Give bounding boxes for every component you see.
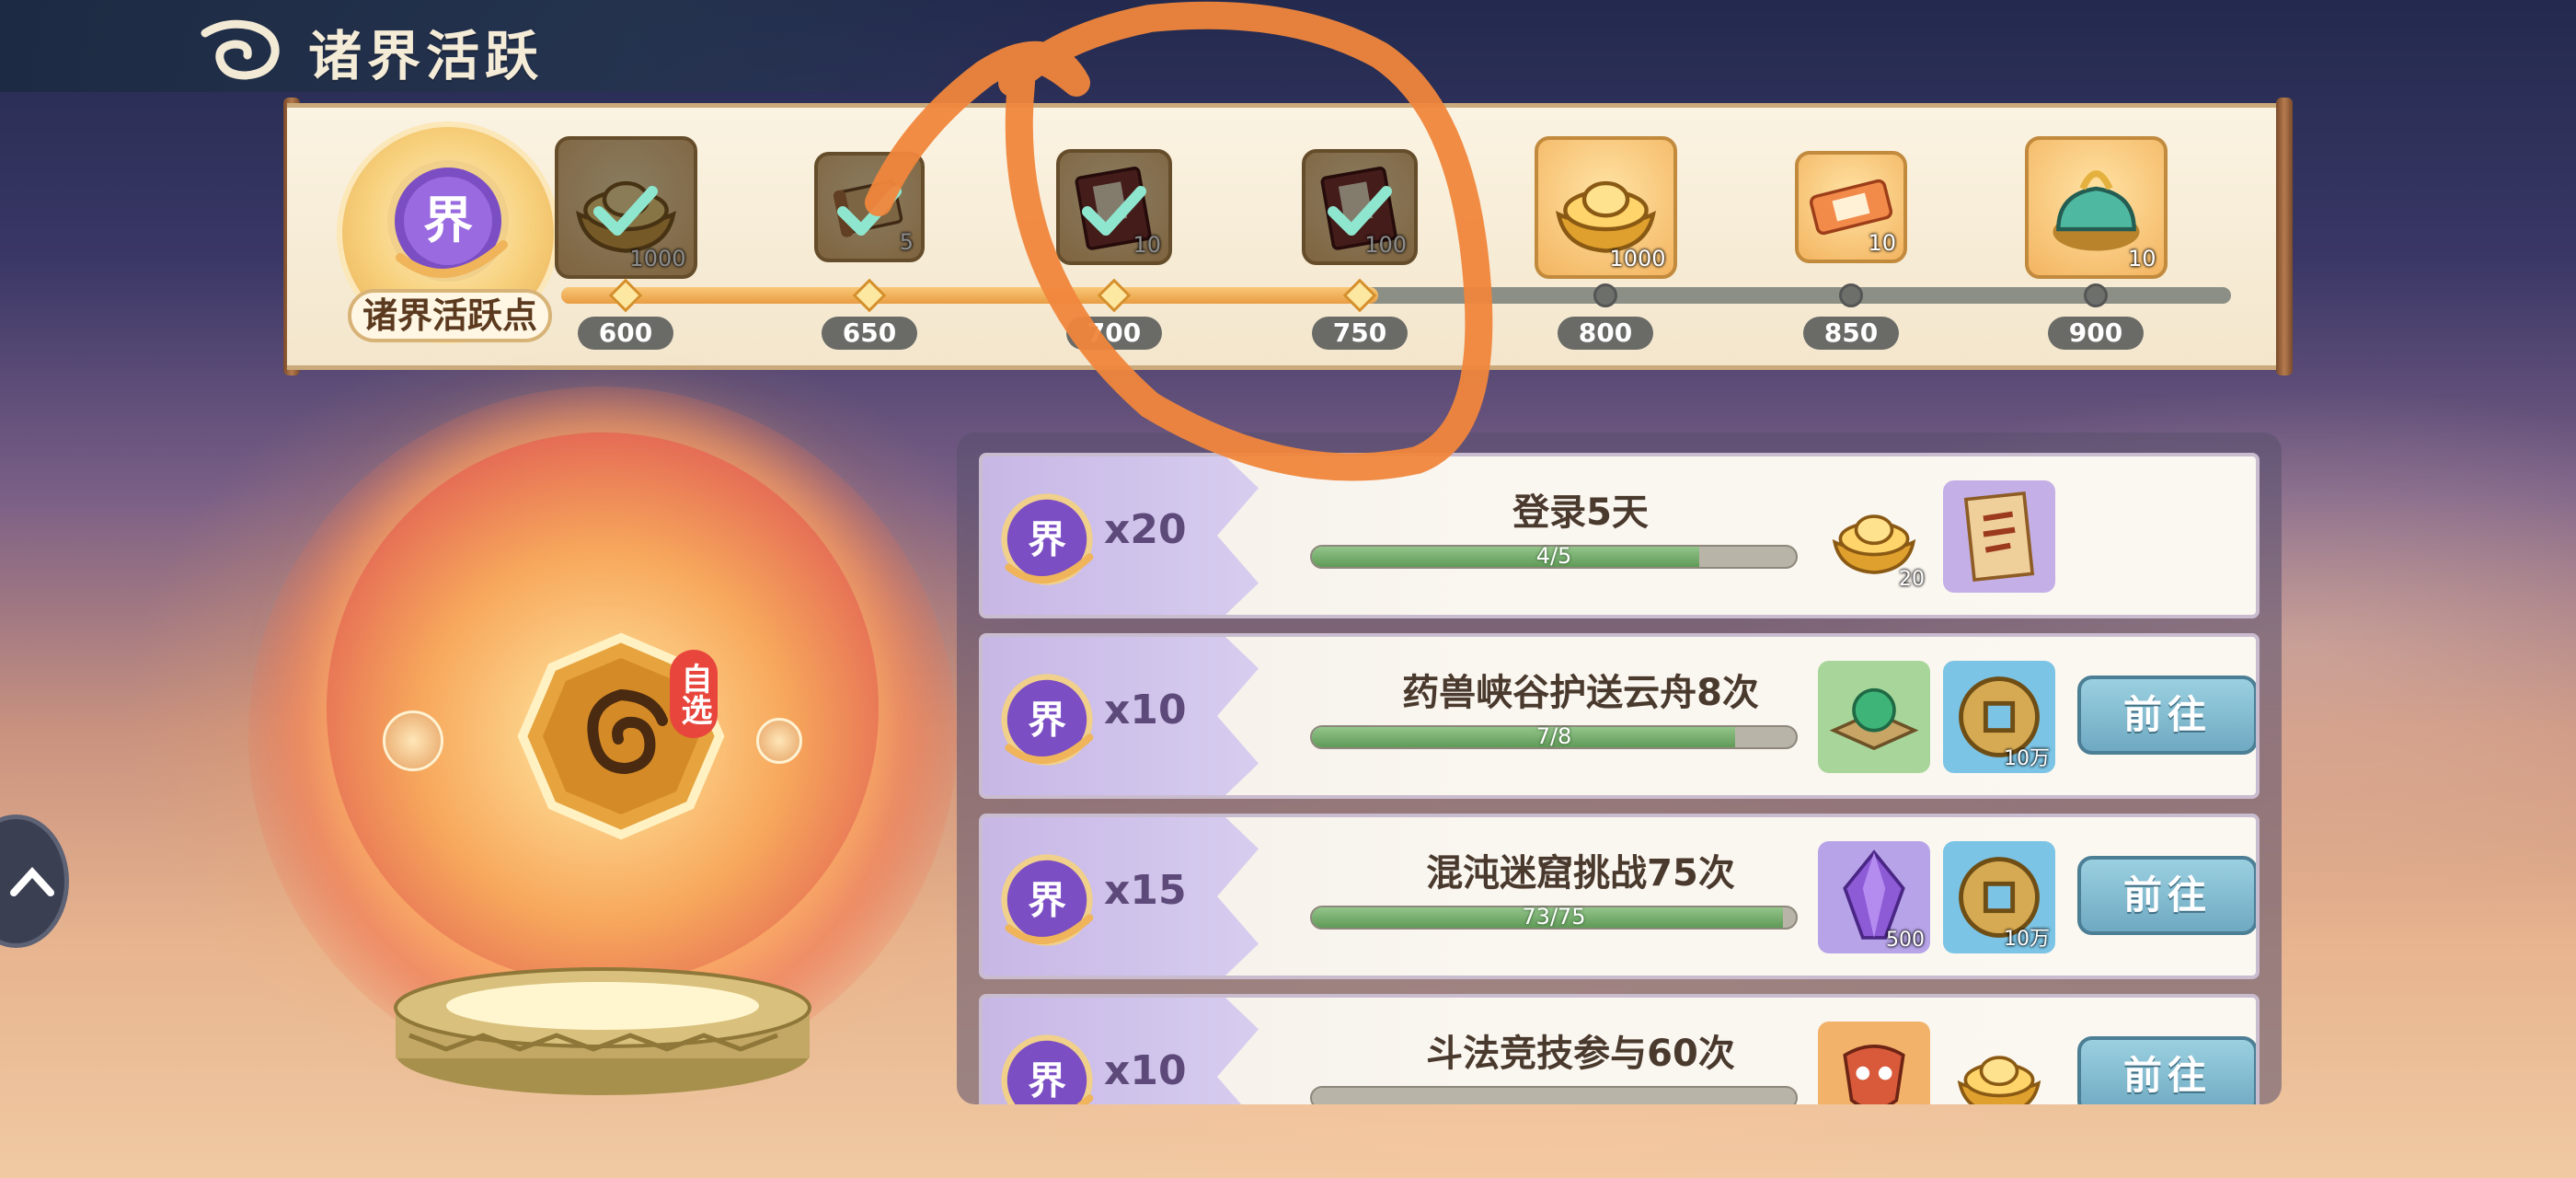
reward-count: 1000 (1609, 245, 1666, 271)
milestone-threshold: 850 (1803, 317, 1899, 350)
milestone-threshold: 600 (578, 317, 673, 350)
milestone-reward-850[interactable]: 10 (1795, 151, 1907, 263)
reward-count: 10万 (2004, 747, 2050, 770)
back-swirl-icon (201, 19, 280, 80)
chest-pedestal (394, 967, 811, 1095)
reward-count: 1000 (629, 245, 686, 271)
milestone-threshold: 800 (1558, 317, 1653, 350)
reward-count: 500 (1886, 929, 1925, 952)
jie-glyph: 界 (423, 191, 473, 249)
go-button[interactable]: 前往 (2077, 856, 2256, 935)
reward-count: 20 (1899, 568, 1925, 591)
task-progress-bar (1310, 1086, 1798, 1104)
mini-orb-right (756, 718, 802, 764)
task-progress-text: 4/5 (1535, 543, 1572, 569)
milestone-reward-800[interactable]: 1000 (1534, 135, 1677, 279)
task-points: x15 (1104, 867, 1187, 914)
task-reward-gold-ingot[interactable] (1943, 1022, 2055, 1104)
mini-orb-left (383, 710, 443, 771)
task-reward-copper-coin[interactable]: 10万 (1943, 841, 2055, 953)
task-title: 斗法竞技参与60次 (1426, 1033, 1735, 1075)
task-list[interactable]: 界 x20 登录5天 4/5 20 界 x10 药兽峡谷护送云舟8次 7/8 1… (957, 433, 2282, 1104)
milestone-threshold: 650 (822, 317, 917, 350)
go-button[interactable]: 前往 (2077, 676, 2256, 755)
task-title: 药兽峡谷护送云舟8次 (1402, 672, 1759, 714)
svg-text:界: 界 (1028, 1057, 1066, 1103)
task-reward-mask[interactable] (1818, 1022, 1930, 1104)
task-progress-text: 7/8 (1535, 723, 1572, 749)
return-arrow-icon (10, 867, 54, 896)
task-row: 界 x10 药兽峡谷护送云舟8次 7/8 10万 前往 (979, 633, 2260, 799)
task-reward-gold-ingot[interactable]: 20 (1818, 480, 1930, 593)
reward-count: 10万 (2004, 928, 2050, 951)
task-points: x10 (1104, 687, 1187, 733)
claimed-check-icon (1082, 184, 1146, 239)
svg-text:界: 界 (1028, 877, 1066, 922)
side-menu-button[interactable] (0, 814, 69, 948)
task-points: x20 (1104, 506, 1187, 553)
svg-text:界: 界 (1028, 516, 1066, 561)
header-bar: 诸界活跃 (0, 0, 1058, 92)
go-button[interactable]: 前往 (2077, 1036, 2256, 1104)
optional-badge: 自选 (670, 650, 718, 738)
milestone-reward-900[interactable]: 10 (2024, 135, 2168, 279)
milestone-threshold: 700 (1066, 317, 1162, 350)
task-title: 混沌迷窟挑战75次 (1426, 852, 1735, 895)
task-reward-copper-coin[interactable]: 10万 (1943, 661, 2055, 773)
jie-coin-icon: 界 (1001, 854, 1094, 946)
activity-points-label: 诸界活跃点 (348, 289, 552, 342)
reward-count: 10 (2127, 245, 2156, 271)
task-reward-refresh-scroll[interactable] (1943, 480, 2055, 593)
task-row: 界 x15 混沌迷窟挑战75次 73/75 500 10万 前往 (979, 814, 2260, 979)
task-reward-jade-orb[interactable] (1818, 661, 1930, 773)
reward-count: 10 (1868, 230, 1896, 256)
task-row: 界 x10 斗法竞技参与60次 前往 (979, 994, 2260, 1104)
page-title: 诸界活跃 (308, 25, 545, 87)
task-reward-purple-crystal[interactable]: 500 (1818, 841, 1930, 953)
claimed-check-icon (1328, 184, 1392, 239)
claimed-check-icon (593, 184, 658, 239)
jie-coin-icon: 界 (1001, 493, 1094, 585)
milestone-threshold: 750 (1312, 317, 1408, 350)
svg-text:界: 界 (1028, 697, 1066, 742)
jie-coin-icon: 界 (387, 160, 509, 282)
scroll-rod-right (2276, 98, 2293, 375)
task-progress-text: 73/75 (1522, 904, 1586, 930)
jie-coin-icon: 界 (1001, 1034, 1094, 1104)
task-points: x10 (1104, 1047, 1187, 1094)
milestone-track-fill (561, 287, 1378, 304)
jie-coin-icon: 界 (1001, 674, 1094, 766)
milestone-threshold: 900 (2048, 317, 2144, 350)
reward-count: 5 (899, 229, 914, 255)
task-title: 登录5天 (1512, 491, 1649, 534)
task-row: 界 x20 登录5天 4/5 20 (979, 453, 2260, 618)
claimed-check-icon (837, 184, 902, 239)
back-button[interactable] (198, 17, 282, 81)
